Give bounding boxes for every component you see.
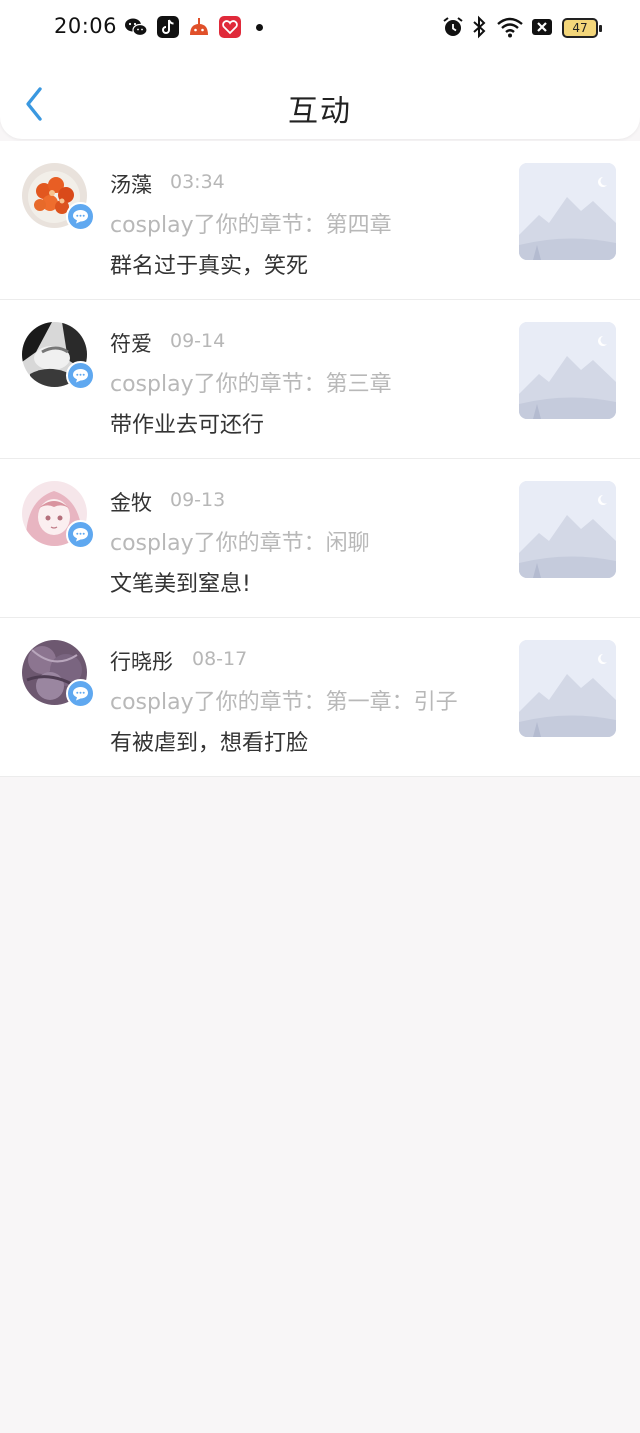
red-app-icon [219,16,241,38]
battery-indicator: 47 [562,18,602,38]
chapter-thumbnail[interactable] [519,163,616,260]
comment-text: 群名过于真实，笑死 [110,254,309,279]
comment-badge [66,520,95,549]
timestamp: 09-14 [170,330,226,352]
bluetooth-icon [473,15,486,39]
timestamp: 03:34 [170,171,225,193]
comment-badge [66,679,95,708]
list-item[interactable]: 汤藻 03:34 cosplay了你的章节：第四章 群名过于真实，笑死 [0,141,640,300]
user-name[interactable]: 金牧 [110,487,152,517]
timestamp: 09-13 [170,489,226,511]
user-name[interactable]: 符爱 [110,328,152,358]
comment-badge [66,202,95,231]
user-name[interactable]: 行晓彤 [110,646,173,676]
notification-dot [256,24,263,31]
alarm-icon [443,17,463,36]
chapter-thumbnail[interactable] [519,640,616,737]
chapter-subtitle: cosplay了你的章节：第三章 [110,372,392,397]
game-app-icon [190,18,208,35]
list-item[interactable]: 金牧 09-13 cosplay了你的章节：闲聊 文笔美到窒息! [0,459,640,618]
no-sim-icon [532,19,552,35]
page-title: 互动 [288,94,352,129]
status-bar: 20:06 47 [0,0,640,56]
comment-icon [73,210,88,224]
tiktok-icon [157,16,179,38]
top-bar: 20:06 47 互动 [0,0,640,139]
battery-level: 47 [572,21,588,35]
chapter-subtitle: cosplay了你的章节：闲聊 [110,531,370,556]
wechat-icon [125,18,148,37]
chapter-thumbnail[interactable] [519,322,616,419]
status-time: 20:06 [54,14,118,38]
comment-icon [73,528,88,542]
chapter-subtitle: cosplay了你的章节：第一章：引子 [110,690,458,715]
chapter-thumbnail[interactable] [519,481,616,578]
chapter-subtitle: cosplay了你的章节：第四章 [110,213,392,238]
user-name[interactable]: 汤藻 [110,169,152,199]
wifi-icon [497,17,523,38]
timestamp: 08-17 [192,648,248,670]
comment-text: 文笔美到窒息! [110,572,251,597]
list-item[interactable]: 符爱 09-14 cosplay了你的章节：第三章 带作业去可还行 [0,300,640,459]
list-item[interactable]: 行晓彤 08-17 cosplay了你的章节：第一章：引子 有被虐到，想看打脸 [0,618,640,777]
comment-text: 带作业去可还行 [110,413,265,438]
comment-badge [66,361,95,390]
interaction-list: 汤藻 03:34 cosplay了你的章节：第四章 群名过于真实，笑死 符爱 0… [0,141,640,777]
comment-icon [73,687,88,701]
comment-icon [73,369,88,383]
comment-text: 有被虐到，想看打脸 [110,731,309,756]
